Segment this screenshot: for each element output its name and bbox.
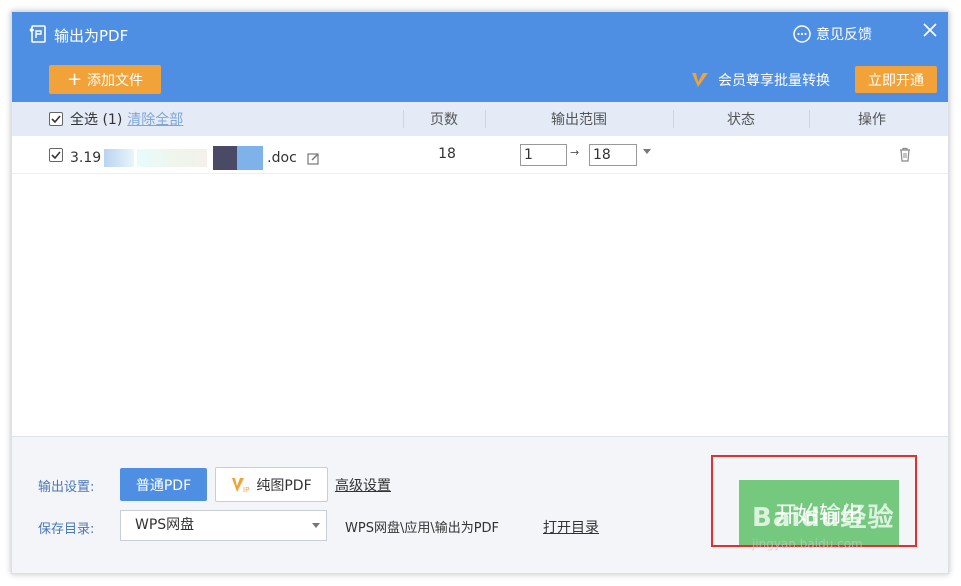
feedback-button[interactable]: 意见反馈	[792, 24, 872, 44]
vip-promo: 会员尊享批量转换	[690, 70, 830, 90]
save-dir-select[interactable]: WPS网盘	[120, 510, 327, 541]
select-all[interactable]: 全选 (1) 清除全部	[49, 102, 183, 136]
edit-icon[interactable]	[307, 152, 320, 165]
column-pages: 页数	[430, 112, 458, 128]
select-all-label: 全选 (1)	[70, 112, 123, 128]
file-name: 3.19 .doc	[70, 146, 320, 170]
window-title: 输出为PDF	[54, 27, 129, 45]
vip-v-icon	[692, 73, 708, 87]
advanced-settings-link[interactable]: 高级设置	[335, 475, 391, 495]
save-path: WPS网盘\应用\输出为PDF	[345, 521, 500, 536]
add-file-label: 添加文件	[87, 72, 144, 89]
title-bar: 输出为PDF 意见反馈	[12, 12, 948, 57]
column-output-range: 输出范围	[551, 112, 607, 128]
chat-bubble-icon	[793, 25, 811, 43]
vip-badge-icon: IP	[232, 477, 250, 494]
redacted-region	[137, 149, 208, 167]
pure-image-pdf-label: 纯图PDF	[256, 477, 312, 494]
close-icon[interactable]	[920, 20, 940, 40]
select-all-checkbox[interactable]	[49, 112, 63, 126]
column-actions: 操作	[858, 112, 886, 128]
file-name-suffix: .doc	[267, 150, 297, 166]
file-list: 3.19 .doc 18 1 → 18	[12, 136, 948, 436]
row-checkbox[interactable]	[49, 148, 63, 162]
range-to-input[interactable]: 18	[589, 144, 637, 166]
feedback-label: 意见反馈	[816, 27, 872, 43]
watermark-text: Baidu经验	[752, 503, 895, 533]
output-settings-label: 输出设置:	[38, 480, 95, 495]
toolbar: + 添加文件 会员尊享批量转换 立即开通	[12, 57, 948, 102]
pure-image-pdf-button[interactable]: IP 纯图PDF	[215, 467, 328, 502]
range-from-input[interactable]: 1	[520, 144, 567, 166]
check-icon	[51, 115, 61, 124]
redacted-region	[237, 146, 264, 170]
chevron-down-icon[interactable]	[642, 148, 652, 156]
vip-text: 会员尊享批量转换	[718, 73, 830, 89]
file-name-prefix: 3.19	[70, 150, 102, 166]
open-directory-link[interactable]: 打开目录	[543, 517, 599, 537]
page-count: 18	[438, 146, 456, 162]
check-icon	[51, 151, 61, 160]
trash-icon[interactable]	[898, 147, 912, 162]
normal-pdf-button[interactable]: 普通PDF	[120, 468, 207, 501]
save-dir-value: WPS网盘	[135, 517, 195, 533]
svg-text:IP: IP	[243, 486, 249, 494]
clear-all-link[interactable]: 清除全部	[127, 109, 183, 129]
save-dir-label: 保存目录:	[38, 522, 95, 537]
watermark-url: jingyan.baidu.com	[752, 537, 863, 551]
add-file-button[interactable]: + 添加文件	[49, 65, 161, 94]
pdf-export-icon	[29, 25, 46, 43]
arrow-right-icon: →	[570, 146, 580, 159]
open-now-button[interactable]: 立即开通	[855, 66, 937, 93]
plus-icon: +	[66, 68, 83, 90]
chevron-down-icon	[312, 523, 320, 528]
export-pdf-window: 输出为PDF 意见反馈 + 添加文件 会员尊享批量转换 立即开通 全选 (1) …	[11, 11, 949, 574]
bottom-panel: 输出设置: 普通PDF IP 纯图PDF 高级设置 保存目录: WPS网盘 WP…	[12, 436, 948, 573]
redacted-region	[104, 149, 135, 167]
redacted-region	[213, 146, 238, 170]
table-row: 3.19 .doc 18 1 → 18	[12, 136, 948, 174]
column-status: 状态	[727, 112, 755, 128]
table-header: 全选 (1) 清除全部 页数 输出范围 状态 操作	[12, 102, 948, 136]
